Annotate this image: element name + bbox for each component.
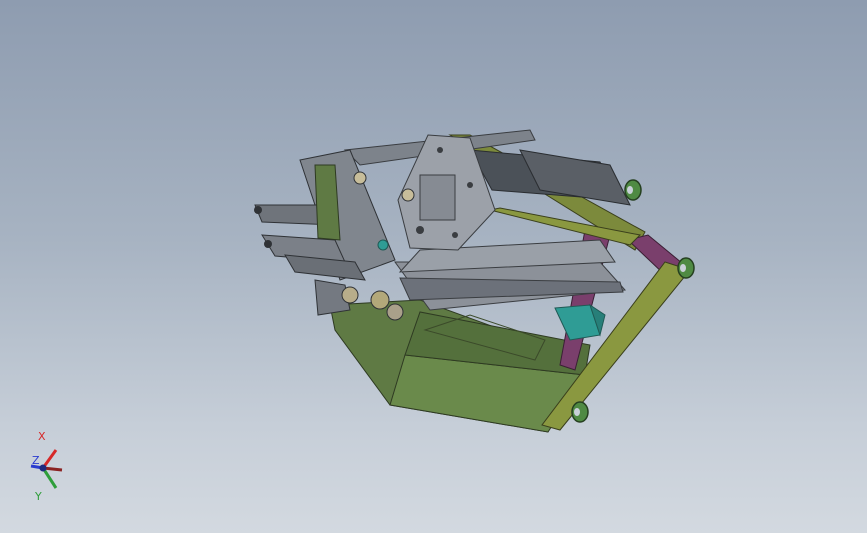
graphics-viewport[interactable]: X Z Y: [0, 0, 867, 533]
base-enclosure[interactable]: [329, 299, 591, 433]
coordinate-triad-icon: X Z Y: [30, 430, 63, 503]
y-axis-label: Y: [34, 490, 42, 503]
x-axis-label: X: [38, 430, 46, 443]
drive-motor[interactable]: [554, 303, 606, 341]
y-axis: [41, 467, 58, 489]
triad-origin: [39, 464, 47, 472]
z-axis-label: Z: [32, 454, 40, 467]
machine-assembly-3d-model[interactable]: [0, 0, 867, 533]
pneumatic-cylinders[interactable]: [254, 149, 415, 321]
